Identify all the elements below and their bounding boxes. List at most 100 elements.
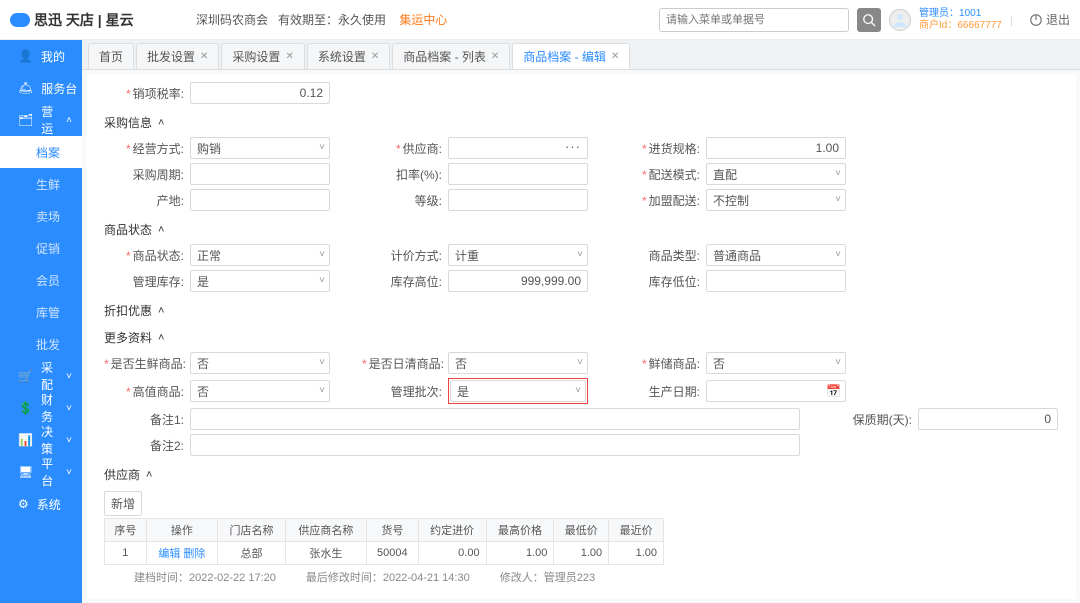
select-glpc[interactable]: 是˅	[450, 380, 586, 402]
select-gzsp[interactable]: 否˅	[190, 380, 330, 402]
sidebar-item-pifa[interactable]: 批发	[0, 328, 82, 360]
sidebar-item-kuguan[interactable]: 库管	[0, 296, 82, 328]
cell-supplier: 张水生	[285, 542, 366, 565]
search-icon	[862, 13, 876, 27]
chevron-down-icon: ˅	[575, 385, 581, 396]
chevron-down-icon: ˅	[835, 249, 841, 260]
close-icon[interactable]: ✕	[371, 51, 379, 62]
chevron-down-icon: ˅	[319, 357, 325, 368]
select-psms[interactable]: 直配˅	[706, 163, 846, 185]
chevron-down-icon: ˅	[319, 142, 325, 153]
chevron-down-icon: ˅	[66, 435, 72, 446]
chevron-up-icon: ˄	[158, 117, 164, 129]
input-scrq[interactable]: 📅	[706, 380, 846, 402]
avatar[interactable]	[889, 9, 911, 31]
required-icon: *	[126, 87, 131, 101]
input-kcdw[interactable]	[706, 270, 846, 292]
select-xcsp[interactable]: 否˅	[706, 352, 846, 374]
row-tax: *销项税率: 0.12	[104, 82, 1058, 104]
th-seq: 序号	[105, 519, 147, 542]
input-kl[interactable]	[448, 163, 588, 185]
link-edit[interactable]: 编辑	[158, 548, 180, 560]
logout-button[interactable]: 退出	[1029, 11, 1070, 28]
select-gys[interactable]: ···	[448, 137, 588, 159]
chevron-down-icon: ˅	[835, 357, 841, 368]
select-sfrq[interactable]: 否˅	[448, 352, 588, 374]
search-button[interactable]	[857, 8, 881, 32]
input-bzts[interactable]: 0	[918, 408, 1058, 430]
select-jjfs[interactable]: 计重˅	[448, 244, 588, 266]
section-supplier[interactable]: 供应商˄	[104, 466, 1058, 483]
cell-seq: 1	[105, 542, 147, 565]
sidebar-item-pingtai[interactable]: 🖥平台˅	[0, 456, 82, 488]
table-header-row: 序号 操作 门店名称 供应商名称 货号 约定进价 最高价格 最低价 最近价	[105, 519, 664, 542]
th-code: 货号	[366, 519, 418, 542]
chevron-up-icon: ˄	[66, 115, 72, 126]
tab-bar: 首页 批发设置✕ 采购设置✕ 系统设置✕ 商品档案 - 列表✕ 商品档案 - 编…	[82, 40, 1080, 70]
close-icon[interactable]: ✕	[200, 51, 208, 62]
footer-info: 建档时间：2022-02-22 17:20 最后修改时间：2022-04-21 …	[104, 569, 1058, 585]
input-cgzq[interactable]	[190, 163, 330, 185]
select-jmps[interactable]: 不控制˅	[706, 189, 846, 211]
cell-ops: 编辑 删除	[146, 542, 217, 565]
input-dj[interactable]	[448, 189, 588, 211]
select-jyfs[interactable]: 购销˅	[190, 137, 330, 159]
cell-p3: 1.00	[554, 542, 609, 565]
chevron-down-icon: ˅	[319, 385, 325, 396]
th-p3: 最低价	[554, 519, 609, 542]
close-icon[interactable]: ✕	[611, 51, 619, 62]
input-jhgg[interactable]: 1.00	[706, 137, 846, 159]
highlight-glpc: 是˅	[448, 378, 588, 404]
select-spzt[interactable]: 正常˅	[190, 244, 330, 266]
sidebar-item-huiyuan[interactable]: 会员	[0, 264, 82, 296]
tab-edit[interactable]: 商品档案 - 编辑✕	[512, 43, 630, 69]
sidebar-item-service[interactable]: 🛎服务台	[0, 72, 82, 104]
brand-text: 思迅 天店 | 星云	[34, 10, 134, 30]
user-info: 管理员：1001 商户Id：66667777	[919, 8, 1002, 32]
cell-p4: 1.00	[609, 542, 664, 565]
tab-pifa[interactable]: 批发设置✕	[136, 43, 219, 69]
sidebar-item-dangan[interactable]: 档案	[0, 136, 82, 168]
sidebar: 👤我的 🛎服务台 🗂营运˄ 档案 生鲜 卖场 促销 会员 库管 批发 🛒采配˅ …	[0, 40, 82, 603]
sidebar-item-mine[interactable]: 👤我的	[0, 40, 82, 72]
input-cd[interactable]	[190, 189, 330, 211]
center-link[interactable]: 集运中心	[399, 13, 447, 27]
sidebar-item-cuxiao[interactable]: 促销	[0, 232, 82, 264]
section-purchase[interactable]: 采购信息˄	[104, 114, 1058, 131]
sidebar-item-caipei[interactable]: 🛒采配˅	[0, 360, 82, 392]
cell-code: 50004	[366, 542, 418, 565]
th-p2: 最高价格	[486, 519, 554, 542]
chevron-down-icon: ˅	[319, 249, 325, 260]
avatar-icon	[892, 12, 908, 28]
search-input[interactable]	[659, 8, 849, 32]
tab-caigou[interactable]: 采购设置✕	[221, 43, 304, 69]
link-delete[interactable]: 删除	[183, 548, 205, 560]
input-tax[interactable]: 0.12	[190, 82, 330, 104]
content: *销项税率: 0.12 采购信息˄ *经营方式:购销˅ *供应商:··· *进货…	[86, 74, 1076, 599]
select-glkc[interactable]: 是˅	[190, 270, 330, 292]
input-bz2[interactable]	[190, 434, 800, 456]
input-kcgw[interactable]: 999,999.00	[448, 270, 588, 292]
tab-list[interactable]: 商品档案 - 列表✕	[392, 43, 510, 69]
select-sfsx[interactable]: 否˅	[190, 352, 330, 374]
add-button[interactable]: 新增	[104, 491, 142, 516]
sidebar-item-juece[interactable]: 📊决策˅	[0, 424, 82, 456]
sidebar-item-yingyun[interactable]: 🗂营运˄	[0, 104, 82, 136]
chevron-down-icon: ˅	[319, 275, 325, 286]
sidebar-item-shengxian[interactable]: 生鲜	[0, 168, 82, 200]
close-icon[interactable]: ✕	[491, 51, 499, 62]
section-more[interactable]: 更多资料˄	[104, 329, 1058, 346]
close-icon[interactable]: ✕	[285, 51, 293, 62]
input-bz1[interactable]	[190, 408, 800, 430]
top-info: 深圳码农商会 有效期至：永久使用 集运中心	[196, 11, 447, 28]
tab-home[interactable]: 首页	[88, 43, 134, 69]
sidebar-item-caiwu[interactable]: 💲财务˅	[0, 392, 82, 424]
section-status[interactable]: 商品状态˄	[104, 221, 1058, 238]
select-splx[interactable]: 普通商品˅	[706, 244, 846, 266]
sidebar-item-maichang[interactable]: 卖场	[0, 200, 82, 232]
tab-xitong[interactable]: 系统设置✕	[307, 43, 390, 69]
th-ops: 操作	[146, 519, 217, 542]
sidebar-item-xitong[interactable]: ⚙系统	[0, 488, 82, 520]
chevron-up-icon: ˄	[158, 332, 164, 344]
section-discount[interactable]: 折扣优惠˄	[104, 302, 1058, 319]
